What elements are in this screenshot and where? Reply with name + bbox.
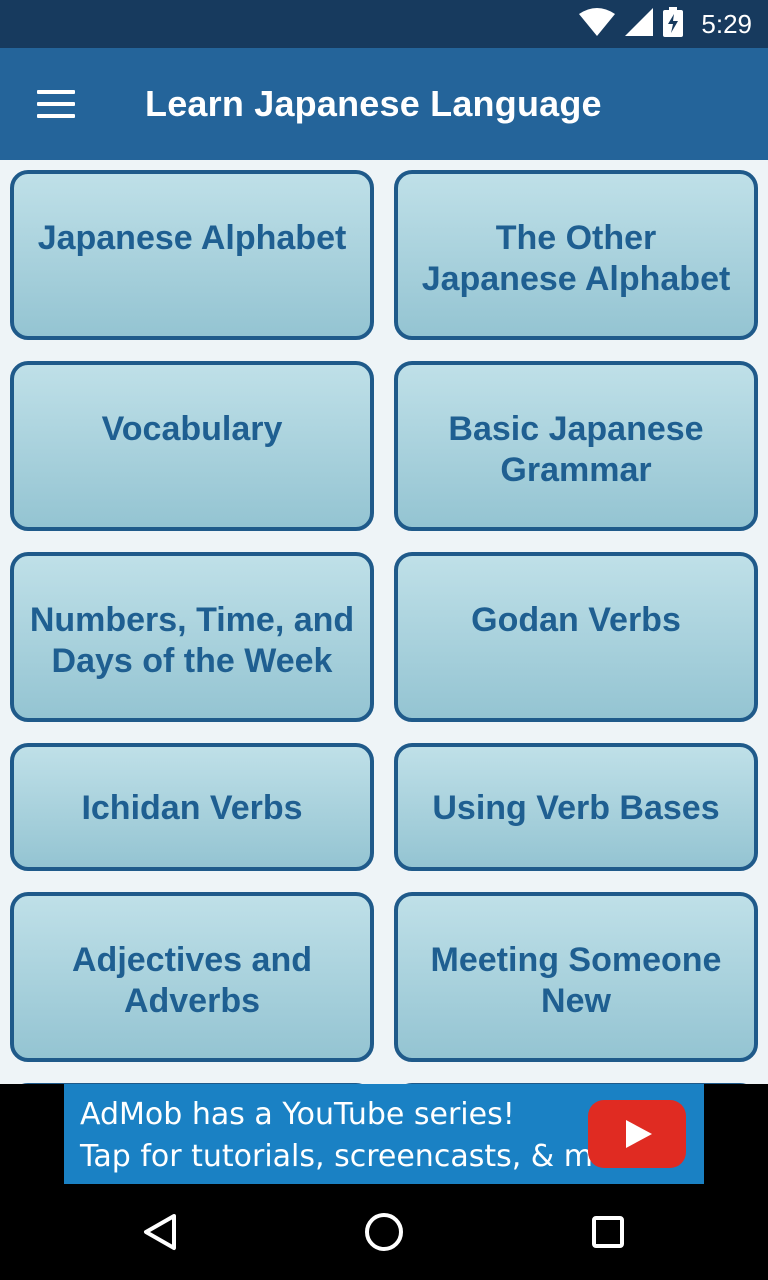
topic-tile-basic-grammar[interactable]: Basic Japanese Grammar bbox=[394, 361, 758, 531]
cell-signal-icon bbox=[625, 7, 654, 41]
topic-tile-label: Godan Verbs bbox=[471, 601, 681, 639]
back-button[interactable] bbox=[130, 1202, 190, 1262]
topic-tile-label: Ichidan Verbs bbox=[81, 789, 303, 827]
home-circle-icon bbox=[365, 1213, 403, 1251]
topic-tile-ichidan-verbs[interactable]: Ichidan Verbs bbox=[10, 743, 374, 871]
ad-margin bbox=[0, 1084, 64, 1184]
status-icons: 5:29 bbox=[579, 0, 752, 48]
ad-line-1: AdMob has a YouTube series! bbox=[80, 1097, 515, 1132]
hamburger-menu-icon bbox=[37, 90, 75, 118]
status-bar: 5:29 bbox=[0, 0, 768, 48]
ad-text: AdMob has a YouTube series! Tap for tuto… bbox=[80, 1094, 651, 1178]
topic-grid-container[interactable]: Japanese Alphabet The Other Japanese Alp… bbox=[0, 160, 768, 1084]
topic-tile-label: Japanese Alphabet bbox=[37, 219, 347, 257]
app-bar: Learn Japanese Language bbox=[0, 48, 768, 160]
wifi-icon bbox=[579, 7, 616, 41]
ad-banner[interactable]: AdMob has a YouTube series! Tap for tuto… bbox=[64, 1084, 704, 1184]
topic-tile-japanese-alphabet[interactable]: Japanese Alphabet bbox=[10, 170, 374, 340]
status-time: 5:29 bbox=[701, 8, 752, 39]
recents-square-icon bbox=[592, 1216, 624, 1248]
back-triangle-icon bbox=[144, 1214, 176, 1250]
system-nav-bar bbox=[0, 1184, 768, 1280]
topic-tile-adjectives-adverbs[interactable]: Adjectives and Adverbs bbox=[10, 892, 374, 1062]
ad-margin bbox=[704, 1084, 768, 1184]
topic-tile-using-verb-bases[interactable]: Using Verb Bases bbox=[394, 743, 758, 871]
topic-tile-meeting-someone-new[interactable]: Meeting Someone New bbox=[394, 892, 758, 1062]
battery-charging-icon bbox=[663, 6, 684, 42]
topic-tile-label: Using Verb Bases bbox=[432, 789, 720, 827]
app-title: Learn Japanese Language bbox=[145, 83, 602, 124]
topic-tile-numbers-time-days[interactable]: Numbers, Time, and Days of the Week bbox=[10, 552, 374, 722]
topic-tile-label: Basic Japanese Grammar bbox=[448, 410, 704, 489]
topic-tile-other-japanese-alphabet[interactable]: The Other Japanese Alphabet bbox=[394, 170, 758, 340]
home-button[interactable] bbox=[354, 1202, 414, 1262]
topic-tile-label: Numbers, Time, and Days of the Week bbox=[29, 601, 355, 680]
recents-button[interactable] bbox=[578, 1202, 638, 1262]
menu-button[interactable] bbox=[26, 74, 86, 134]
topic-tile-label: Meeting Someone New bbox=[430, 941, 722, 1020]
topic-tile-label: The Other Japanese Alphabet bbox=[421, 219, 731, 298]
youtube-play-icon bbox=[588, 1100, 686, 1168]
topic-tile-vocabulary[interactable]: Vocabulary bbox=[10, 361, 374, 531]
topic-tile-label: Adjectives and Adverbs bbox=[72, 941, 312, 1020]
topic-tile-godan-verbs[interactable]: Godan Verbs bbox=[394, 552, 758, 722]
ad-line-2: Tap for tutorials, screencasts, & more. bbox=[80, 1139, 651, 1174]
topic-tile-label: Vocabulary bbox=[101, 410, 283, 448]
